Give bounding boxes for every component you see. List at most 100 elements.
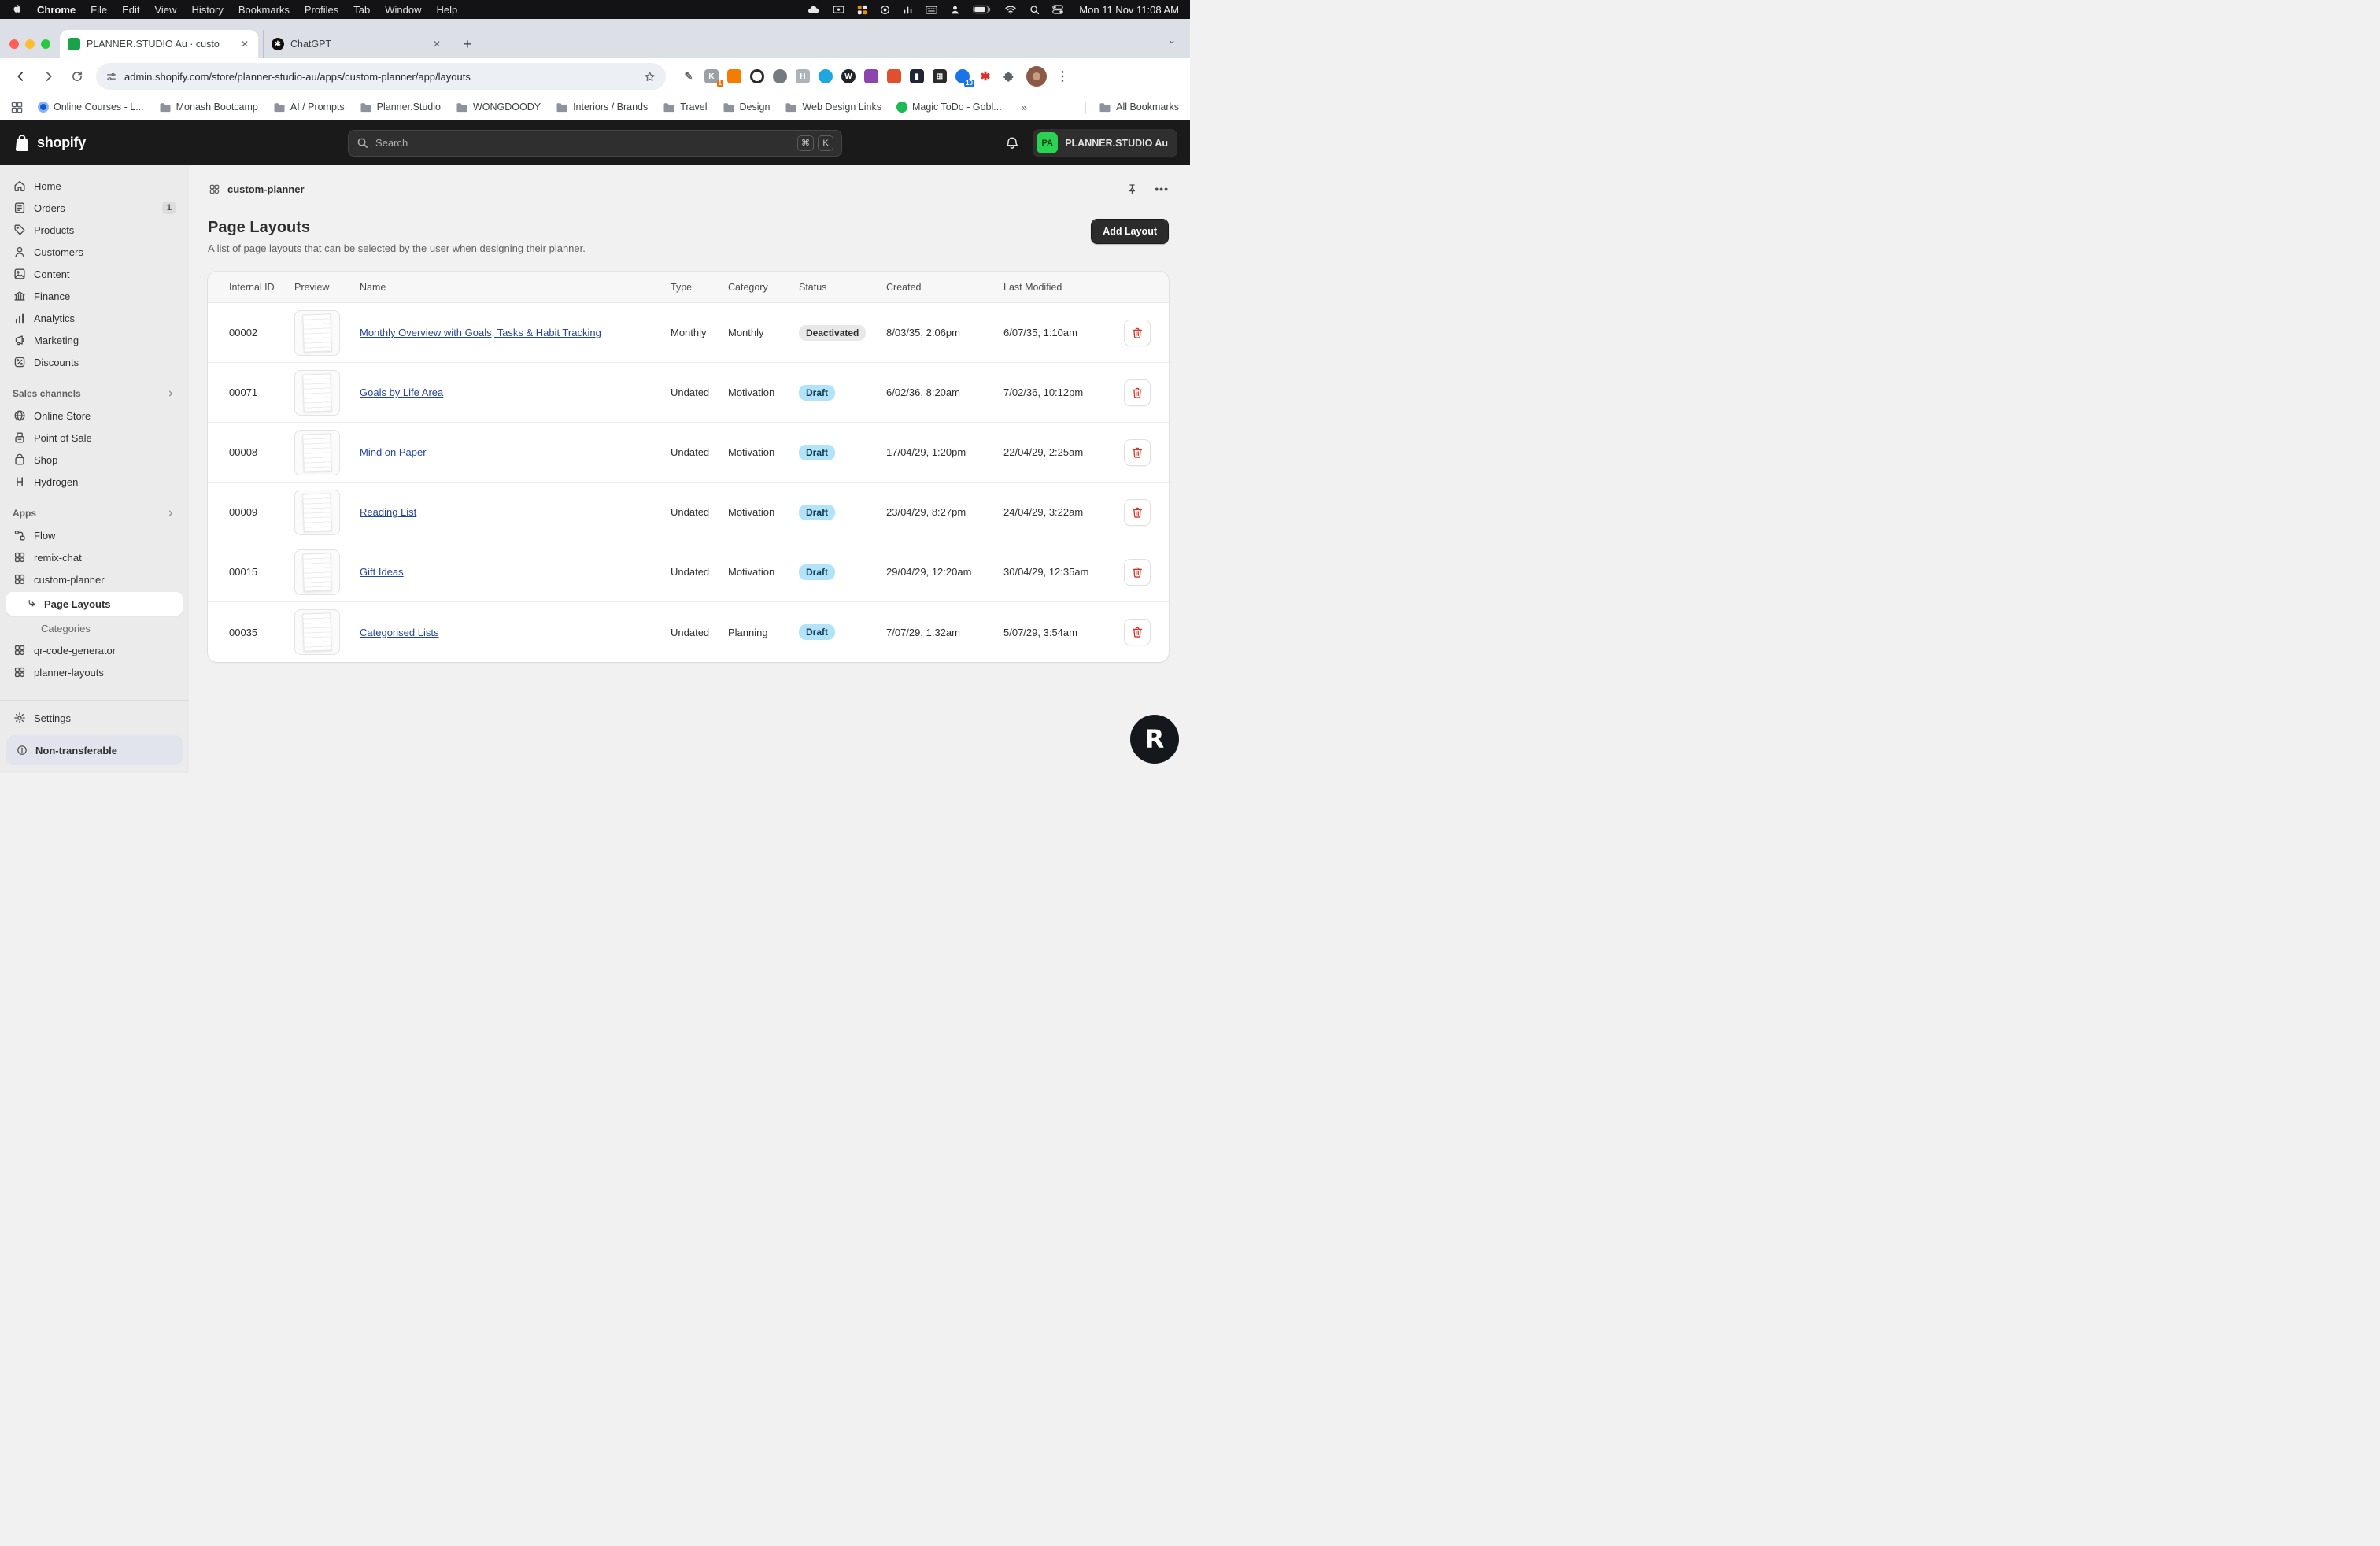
shopify-logo[interactable]: shopify [13,133,348,153]
url-text[interactable]: admin.shopify.com/store/planner-studio-a… [124,71,636,83]
user-icon[interactable] [950,5,960,15]
bookmark-folder[interactable]: Interiors / Brands [556,102,648,113]
account-menu[interactable]: PA PLANNER.STUDIO Au [1033,129,1177,157]
menu-bookmarks[interactable]: Bookmarks [238,4,290,16]
delete-layout-button[interactable] [1124,379,1151,406]
bookmark-folder[interactable]: Planner.Studio [360,102,441,113]
section-apps[interactable]: Apps [0,502,189,524]
tab-chatgpt[interactable]: ✱ ChatGPT ✕ [263,30,450,58]
remix-logo[interactable]: R [1130,715,1179,764]
extension-icon[interactable]: H [796,69,810,83]
delete-layout-button[interactable] [1124,619,1151,645]
sidebar-item-marketing[interactable]: Marketing [6,329,183,351]
tab-search-button[interactable]: ⌄ [1162,30,1182,50]
sidebar-item-remix-chat[interactable]: remix-chat [6,546,183,568]
more-actions-icon[interactable]: ••• [1155,183,1169,195]
sidebar-item-content[interactable]: Content [6,263,183,285]
sidebar-item-analytics[interactable]: Analytics [6,307,183,329]
bookmark-item[interactable]: Magic ToDo - Gobl... [896,102,1002,113]
sidebar-item-shop[interactable]: Shop [6,449,183,471]
menu-edit[interactable]: Edit [122,4,139,16]
new-tab-button[interactable]: + [456,33,479,55]
extension-icon[interactable] [727,69,741,83]
extension-icon[interactable] [864,69,878,83]
notifications-bell-icon[interactable] [1004,135,1020,151]
section-sales-channels[interactable]: Sales channels [0,383,189,405]
menu-help[interactable]: Help [437,4,458,16]
menubar-clock[interactable]: Mon 11 Nov 11:08 AM [1079,4,1179,16]
sidebar-item-discounts[interactable]: Discounts [6,351,183,373]
sidebar-item-home[interactable]: Home [6,175,183,197]
keyboard-icon[interactable] [926,6,937,14]
delete-layout-button[interactable] [1124,559,1151,586]
extension-icon[interactable]: ▮ [910,69,924,83]
extension-icon[interactable] [819,69,833,83]
menu-file[interactable]: File [91,4,107,16]
layout-name-link[interactable]: Gift Ideas [360,566,404,578]
apps-grid-icon[interactable] [11,102,23,113]
extension-icon[interactable]: ✱ [978,69,992,83]
cloud-icon[interactable] [807,4,820,15]
layout-name-link[interactable]: Categorised Lists [360,627,438,638]
delete-layout-button[interactable] [1124,499,1151,526]
screen-capture-icon[interactable] [833,5,844,15]
pin-icon[interactable] [1125,183,1139,196]
extension-icon[interactable] [773,69,787,83]
all-bookmarks[interactable]: All Bookmarks [1085,102,1179,113]
menu-window[interactable]: Window [385,4,421,16]
non-transferable-banner[interactable]: Non-transferable [6,735,183,765]
sidebar-item-orders[interactable]: Orders1 [6,197,183,219]
sidebar-item-point-of-sale[interactable]: Point of Sale [6,427,183,449]
shortcuts-icon[interactable] [857,5,867,15]
close-tab-icon[interactable]: ✕ [239,39,250,50]
delete-layout-button[interactable] [1124,320,1151,346]
bookmark-folder[interactable]: AI / Prompts [273,102,345,113]
sidebar-item-qr-code-generator[interactable]: qr-code-generator [6,639,183,661]
bookmark-folder[interactable]: Travel [663,102,707,113]
extension-icon[interactable] [887,69,901,83]
delete-layout-button[interactable] [1124,439,1151,466]
tab-planner-studio[interactable]: PLANNER.STUDIO Au · custo ✕ [60,30,258,58]
address-bar[interactable]: admin.shopify.com/store/planner-studio-a… [96,63,666,90]
back-button[interactable] [8,64,33,89]
layout-name-link[interactable]: Monthly Overview with Goals, Tasks & Hab… [360,327,601,338]
record-icon[interactable] [880,5,890,15]
site-settings-icon[interactable] [105,71,117,83]
menu-profiles[interactable]: Profiles [305,4,338,16]
add-layout-button[interactable]: Add Layout [1091,219,1169,244]
bookmark-item[interactable]: Online Courses - L... [38,102,144,113]
battery-icon[interactable] [973,5,992,14]
sidebar-item-page-layouts-active[interactable]: Page Layouts [6,592,183,616]
forward-button[interactable] [36,64,61,89]
bookmark-star-icon[interactable] [643,70,656,83]
bookmark-folder[interactable]: Monash Bootcamp [159,102,258,113]
sidebar-item-custom-planner[interactable]: custom-planner [6,568,183,590]
stats-icon[interactable] [903,5,913,15]
sidebar-item-hydrogen[interactable]: Hydrogen [6,471,183,493]
sidebar-item-categories[interactable]: Categories [0,617,189,639]
spotlight-icon[interactable] [1029,5,1040,15]
sidebar-item-planner-layouts[interactable]: planner-layouts [6,661,183,683]
zoom-window-button[interactable] [41,39,50,49]
sidebar-item-products[interactable]: Products [6,219,183,241]
bookmarks-overflow-icon[interactable]: » [1022,102,1027,113]
control-center-icon[interactable] [1052,5,1063,14]
menu-tab[interactable]: Tab [353,4,370,16]
apple-icon[interactable] [11,3,22,16]
reload-button[interactable] [65,64,90,89]
layout-name-link[interactable]: Goals by Life Area [360,386,443,398]
chrome-menu-icon[interactable]: ⋮ [1056,68,1070,84]
layout-name-link[interactable]: Reading List [360,506,416,518]
extension-icon[interactable] [750,69,764,83]
close-tab-icon[interactable]: ✕ [431,39,442,50]
extension-icon[interactable]: K1 [704,69,719,83]
browser-profile-avatar[interactable] [1026,66,1047,87]
menu-view[interactable]: View [154,4,176,16]
menu-history[interactable]: History [191,4,223,16]
extension-icon[interactable]: W [841,69,856,83]
bookmark-folder[interactable]: WONGDOODY [456,102,541,113]
sidebar-item-online-store[interactable]: Online Store [6,405,183,427]
close-window-button[interactable] [9,39,19,49]
wifi-icon[interactable] [1004,5,1017,14]
menubar-app-name[interactable]: Chrome [37,4,76,16]
